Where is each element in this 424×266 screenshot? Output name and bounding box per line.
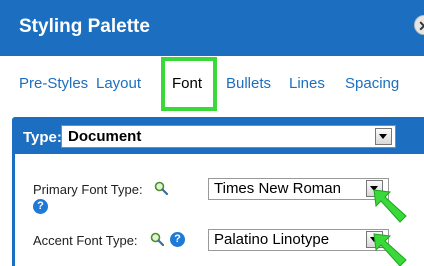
pointer-arrow-icon xyxy=(373,233,407,266)
pointer-arrow-icon xyxy=(373,189,407,223)
type-label: Type: xyxy=(23,129,62,146)
search-icon[interactable] xyxy=(150,232,164,246)
type-select[interactable]: Document xyxy=(61,125,396,148)
primary-font-value: Times New Roman xyxy=(214,180,341,197)
tab-pre-styles[interactable]: Pre-Styles xyxy=(19,75,88,92)
primary-font-select[interactable]: Times New Roman xyxy=(208,178,389,200)
primary-font-label: Primary Font Type: xyxy=(33,182,143,197)
accent-font-select[interactable]: Palatino Linotype xyxy=(208,229,389,251)
tab-lines[interactable]: Lines xyxy=(289,75,325,92)
close-icon[interactable]: ✕ xyxy=(414,15,424,35)
help-icon[interactable]: ? xyxy=(33,199,48,214)
tab-bullets[interactable]: Bullets xyxy=(226,75,271,92)
tab-spacing[interactable]: Spacing xyxy=(345,75,399,92)
palette-header: Styling Palette ✕ xyxy=(0,0,424,56)
type-select-value: Document xyxy=(68,128,142,145)
tab-layout[interactable]: Layout xyxy=(96,75,141,92)
search-icon[interactable] xyxy=(154,181,168,195)
help-icon[interactable]: ? xyxy=(170,232,185,247)
palette-title: Styling Palette xyxy=(19,16,150,37)
accent-font-value: Palatino Linotype xyxy=(214,231,330,248)
accent-font-label: Accent Font Type: xyxy=(33,233,138,248)
type-dropdown-button[interactable] xyxy=(375,128,392,145)
font-tab-highlight xyxy=(161,57,217,111)
